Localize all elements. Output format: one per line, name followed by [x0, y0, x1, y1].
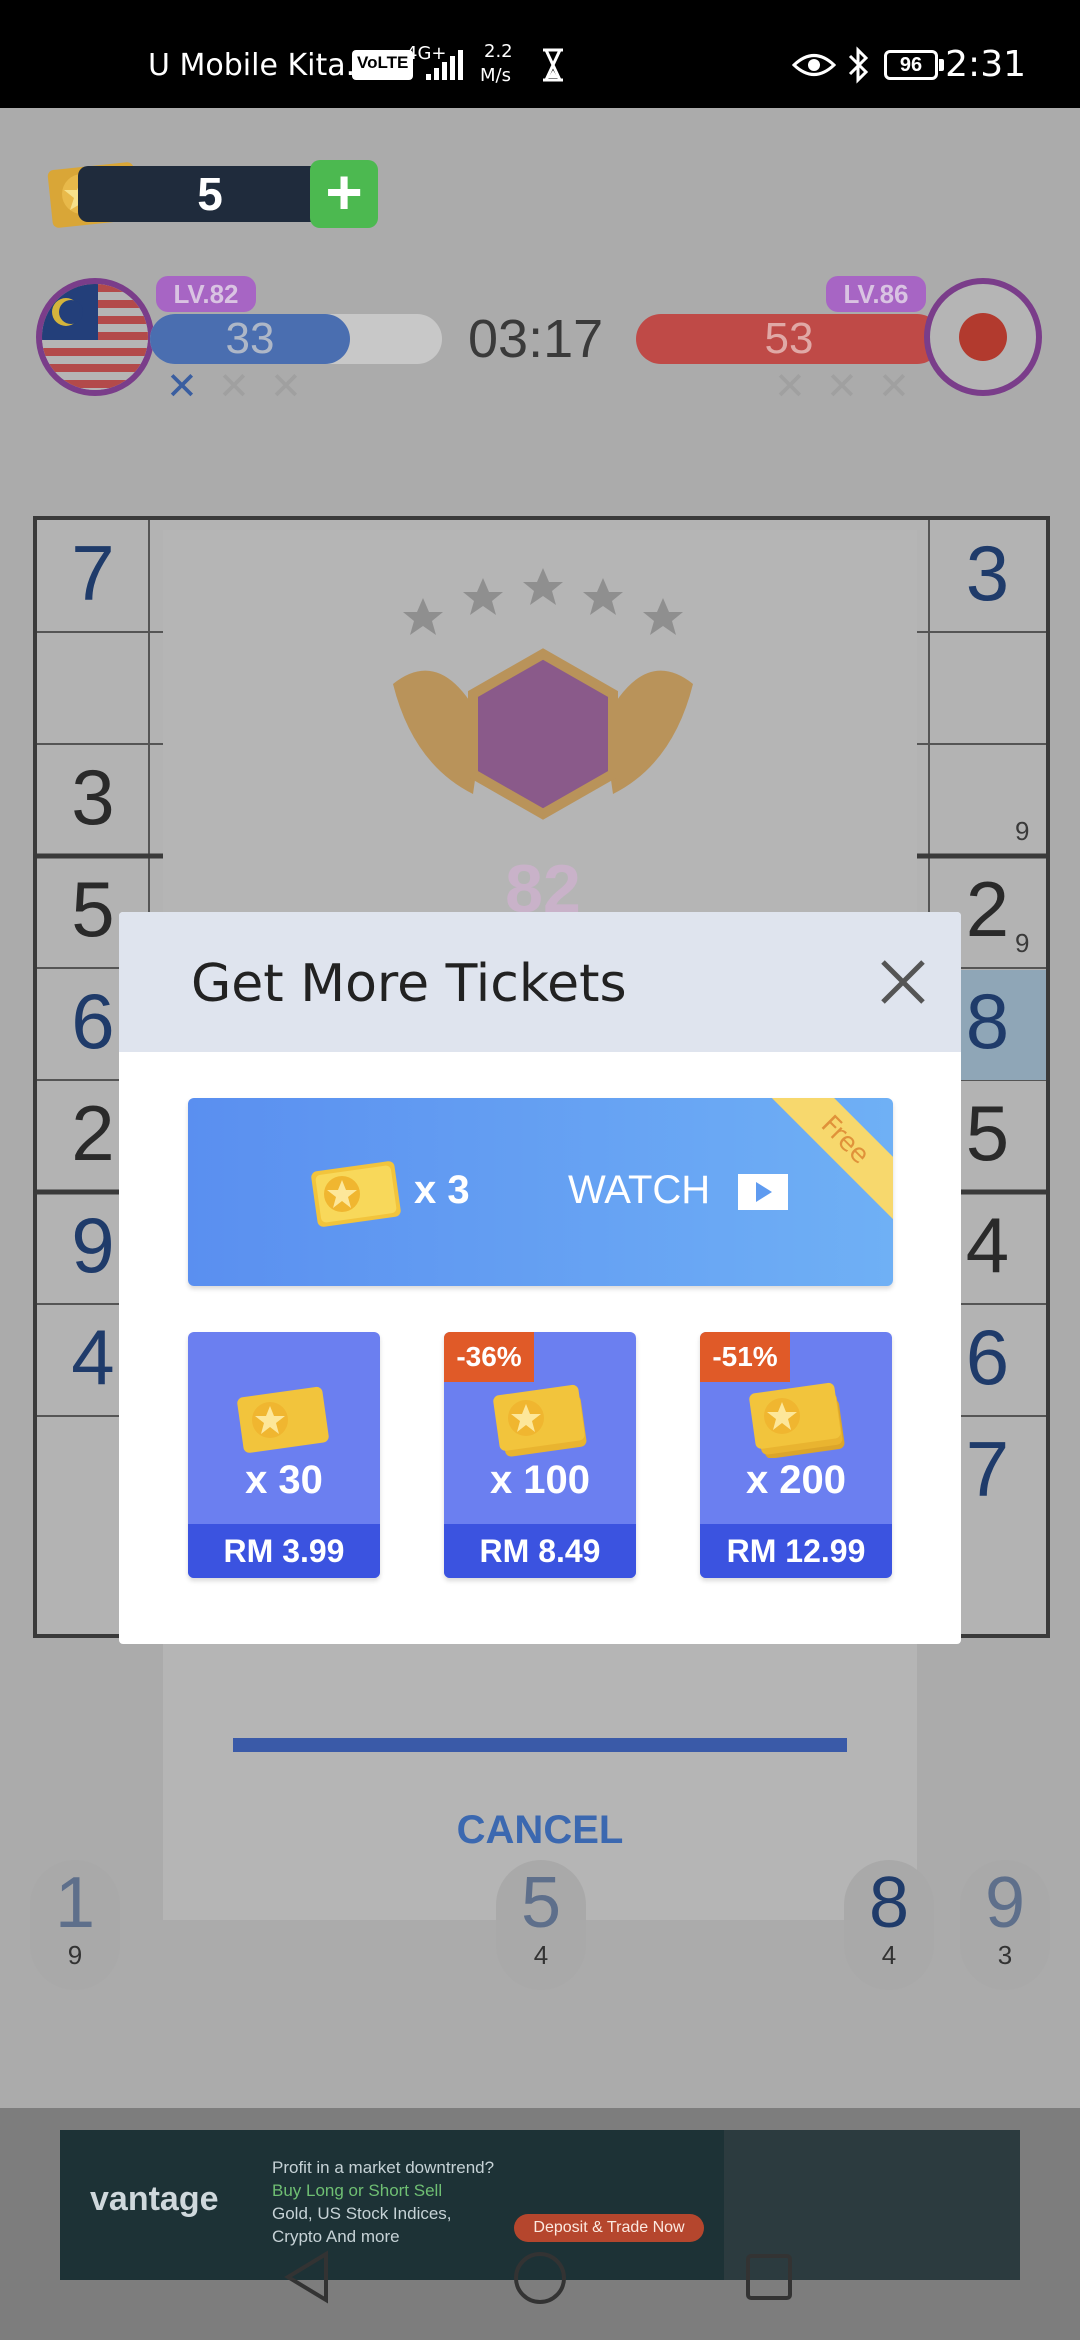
board-cell[interactable]: 3 [929, 528, 1046, 619]
opponent-score: 53 [636, 314, 942, 364]
number-key-9[interactable]: 9 3 [960, 1860, 1050, 1990]
opponent-mistake-icon: ✕ [774, 366, 806, 408]
number-key-digit: 5 [520, 1863, 562, 1943]
speed-unit: M/s [480, 65, 511, 86]
match-timer: 03:17 [468, 309, 604, 369]
player-avatar [36, 278, 154, 396]
number-key-8[interactable]: 8 4 [844, 1860, 934, 1990]
player-score: 33 [150, 314, 350, 364]
opponent-mistake-icon: ✕ [878, 366, 910, 408]
bluetooth-icon [848, 46, 869, 84]
add-tickets-button[interactable]: + [310, 160, 378, 228]
ticket-icon [311, 1161, 401, 1227]
player-mistake-icon: ✕ [270, 366, 302, 408]
number-key-digit: 1 [54, 1863, 96, 1943]
player-mistake-icon: ✕ [218, 366, 250, 408]
clock: 2:31 [945, 44, 1026, 85]
pack-quantity: x 30 [245, 1458, 323, 1502]
cell-note: 9 [1015, 816, 1030, 846]
number-key-count: 3 [997, 1940, 1013, 1970]
ticket-pack-200[interactable]: -51% x 200 RM 12.99 [700, 1332, 892, 1578]
dialog-title: Get More Tickets [191, 954, 627, 1014]
watch-ad-button[interactable]: x 3 WATCH Free [188, 1098, 893, 1286]
battery-indicator: 96 [884, 50, 944, 80]
ticket-icon [237, 1386, 329, 1453]
pack-price: RM 8.49 [444, 1524, 636, 1578]
opponent-avatar [924, 278, 1042, 396]
carrier-name: U Mobile Kita... [148, 48, 375, 83]
ticket-stack-icon [493, 1384, 587, 1457]
ticket-count: 5 [197, 168, 223, 220]
volte-badge: VoLTE [352, 50, 414, 80]
home-icon[interactable] [512, 2250, 568, 2306]
watch-reward-quantity: x 3 [414, 1168, 470, 1212]
navigation-bar [0, 2220, 1080, 2340]
opponent-mistake-icon: ✕ [826, 366, 858, 408]
pack-quantity: x 200 [745, 1458, 847, 1502]
ticket-pack-100[interactable]: -36% x 100 RM 8.49 [444, 1332, 636, 1578]
signal-icon [426, 50, 463, 80]
number-key-digit: 9 [984, 1863, 1026, 1943]
number-key-count: 9 [67, 1940, 83, 1970]
ad-brand-logo: vantage [90, 2180, 219, 2218]
board-cell[interactable]: 3 [37, 752, 149, 843]
malaysia-flag-icon [42, 284, 148, 390]
discount-badge: -51% [700, 1332, 790, 1382]
ticket-stack-icon [749, 1382, 845, 1458]
board-cell[interactable]: 7 [37, 528, 149, 619]
player-level-badge: LV.82 [156, 276, 256, 312]
eye-icon [792, 54, 836, 76]
opponent-avatar-icon [959, 313, 1007, 361]
number-key-digit: 8 [868, 1863, 910, 1943]
hourglass-icon [543, 48, 563, 82]
back-icon[interactable] [282, 2250, 332, 2304]
get-more-tickets-dialog: Get More Tickets x 3 WATCH Free x 30 RM … [119, 912, 961, 1644]
opponent-level-badge: LV.86 [826, 276, 926, 312]
speed-value: 2.2 [484, 41, 513, 62]
number-key-1[interactable]: 1 9 [30, 1860, 120, 1990]
status-bar: U Mobile Kita... VoLTE 4G+ 2.2 M/s 96 2:… [0, 0, 1080, 108]
recents-icon[interactable] [744, 2252, 794, 2302]
ad-line: Profit in a market downtrend? [272, 2158, 495, 2177]
player-mistake-icon: ✕ [166, 366, 198, 408]
close-icon[interactable] [875, 954, 931, 1010]
discount-badge: -36% [444, 1332, 534, 1382]
play-icon [738, 1174, 788, 1210]
level-emblem-icon [393, 568, 693, 820]
free-ribbon: Free [751, 1098, 893, 1234]
number-key-5[interactable]: 5 4 [496, 1860, 586, 1990]
dialog-header: Get More Tickets [119, 912, 961, 1052]
watch-label: WATCH [568, 1168, 711, 1212]
number-key-count: 4 [533, 1940, 549, 1970]
pack-price: RM 3.99 [188, 1524, 380, 1578]
ticket-pack-30[interactable]: x 30 RM 3.99 [188, 1332, 380, 1578]
number-key-count: 4 [881, 1940, 897, 1970]
ad-line: Buy Long or Short Sell [272, 2181, 443, 2200]
pack-quantity: x 100 [489, 1458, 591, 1502]
level-card-button-edge [233, 1738, 847, 1752]
pack-price: RM 12.99 [700, 1524, 892, 1578]
